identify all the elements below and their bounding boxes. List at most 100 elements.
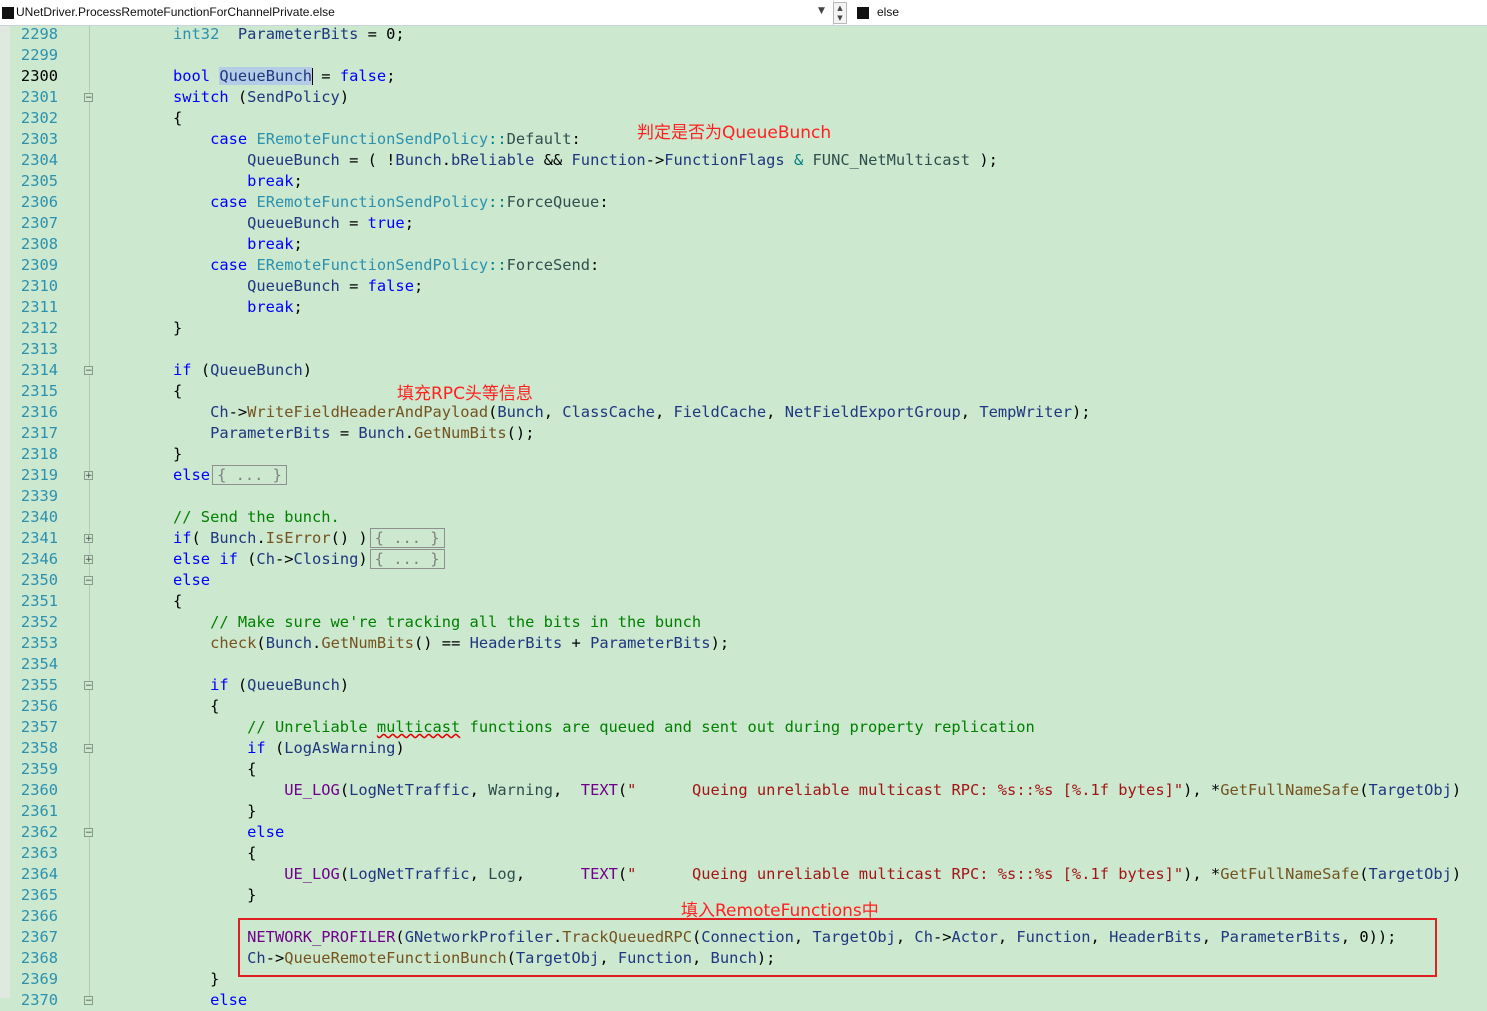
expand-icon[interactable]: +: [84, 534, 93, 544]
code-line[interactable]: 2316 Ch->WriteFieldHeaderAndPayload(Bunc…: [0, 402, 1487, 423]
code-token: ;: [386, 67, 396, 85]
code-line[interactable]: 2319 + else{ ... }: [0, 465, 1487, 486]
code-editor[interactable]: 2298 int32 ParameterBits = 0; 2299 2300 bool…: [0, 25, 1487, 1009]
code-token: // Send the bunch.: [173, 508, 340, 526]
code-line[interactable]: 2364 UE_LOG(LogNetTraffic, Log, TEXT(" Q…: [0, 864, 1487, 885]
code-line[interactable]: 2358 − if (LogAsWarning): [0, 738, 1487, 759]
code-line[interactable]: 2351 {: [0, 591, 1487, 612]
code-line[interactable]: 2340 // Send the bunch.: [0, 507, 1487, 528]
code-token: QueueBunch: [247, 214, 340, 232]
line-number: 2304: [20, 151, 58, 169]
collapse-icon[interactable]: −: [84, 681, 93, 691]
code-token: QueueBunch: [247, 676, 340, 694]
code-line[interactable]: 2298 int32 ParameterBits = 0;: [0, 24, 1487, 45]
code-line[interactable]: 2362 − else: [0, 822, 1487, 843]
code-line[interactable]: 2307 QueueBunch = true;: [0, 213, 1487, 234]
line-number: 2358: [20, 739, 58, 757]
code-line[interactable]: 2353 check(Bunch.GetNumBits() == HeaderB…: [0, 633, 1487, 654]
line-number: 2312: [20, 319, 58, 337]
code-text: {: [173, 696, 219, 717]
code-token: case: [210, 193, 248, 211]
code-line[interactable]: 2304 QueueBunch = ( !Bunch.bReliable && …: [0, 150, 1487, 171]
spinner-down-icon[interactable]: ▼: [834, 13, 846, 23]
code-line[interactable]: 2314 − if (QueueBunch): [0, 360, 1487, 381]
code-line[interactable]: 2309 case ERemoteFunctionSendPolicy::For…: [0, 255, 1487, 276]
code-line[interactable]: 2360 UE_LOG(LogNetTraffic, Warning, TEXT…: [0, 780, 1487, 801]
collapsed-block[interactable]: { ... }: [369, 528, 445, 548]
code-token: ->: [228, 403, 248, 421]
code-lines[interactable]: 2298 int32 ParameterBits = 0; 2299 2300 bool…: [0, 24, 1487, 1011]
collapsed-block[interactable]: { ... }: [369, 549, 445, 569]
line-number: 2302: [20, 109, 58, 127]
code-line[interactable]: 2361 }: [0, 801, 1487, 822]
code-token: ;: [404, 214, 414, 232]
line-number: 2351: [20, 592, 58, 610]
code-line[interactable]: 2350 − else: [0, 570, 1487, 591]
line-number: 2353: [20, 634, 58, 652]
code-token: ();: [506, 424, 535, 442]
code-line[interactable]: 2301 − switch (SendPolicy): [0, 87, 1487, 108]
code-token: GetFullNameSafe: [1220, 781, 1360, 799]
code-token: break: [247, 298, 294, 316]
collapse-icon[interactable]: −: [84, 744, 93, 754]
code-line[interactable]: 2359 {: [0, 759, 1487, 780]
code-line[interactable]: 2306 case ERemoteFunctionSendPolicy::For…: [0, 192, 1487, 213]
code-line[interactable]: 2318}: [0, 444, 1487, 465]
code-line[interactable]: 2300 bool QueueBunch = false;: [0, 66, 1487, 87]
collapse-icon[interactable]: −: [84, 828, 93, 838]
scope-icon: [2, 7, 14, 19]
code-token: (: [617, 865, 628, 883]
code-token: ,: [960, 403, 980, 421]
code-text: {: [173, 843, 256, 864]
code-line[interactable]: 2310 QueueBunch = false;: [0, 276, 1487, 297]
code-line[interactable]: 2299: [0, 45, 1487, 66]
code-text: else: [173, 570, 210, 591]
code-line[interactable]: 2312}: [0, 318, 1487, 339]
code-text: bool QueueBunch = false;: [173, 66, 395, 87]
code-line[interactable]: 2308 break;: [0, 234, 1487, 255]
code-line[interactable]: 2315 {: [0, 381, 1487, 402]
line-number: 2310: [20, 277, 58, 295]
scope-label: UNetDriver.ProcessRemoteFunctionForChann…: [16, 5, 335, 19]
expand-icon[interactable]: +: [84, 471, 93, 481]
code-token: () ): [330, 529, 368, 547]
code-line[interactable]: 2370 − else: [0, 990, 1487, 1011]
code-line[interactable]: 2356 {: [0, 696, 1487, 717]
code-token: check: [210, 634, 257, 652]
code-line[interactable]: 2317 ParameterBits = Bunch.GetNumBits();: [0, 423, 1487, 444]
code-line[interactable]: 2357 // Unreliable multicast functions a…: [0, 717, 1487, 738]
code-token: ,: [654, 403, 674, 421]
collapse-icon[interactable]: −: [84, 576, 93, 586]
code-line[interactable]: 2352 // Make sure we're tracking all the…: [0, 612, 1487, 633]
code-line[interactable]: 2311 break;: [0, 297, 1487, 318]
code-line[interactable]: 2341 + if( Bunch.IsError() ){ ... }: [0, 528, 1487, 549]
member-dropdown[interactable]: else: [877, 5, 899, 19]
scroll-spinner[interactable]: ▲ ▼: [833, 2, 847, 24]
code-line[interactable]: 2346 + else if (Ch->Closing){ ... }: [0, 549, 1487, 570]
code-line[interactable]: 2313: [0, 339, 1487, 360]
expand-icon[interactable]: +: [84, 555, 93, 565]
chevron-down-icon[interactable]: ▼: [818, 6, 825, 16]
line-number: 2365: [20, 886, 58, 904]
code-token: }: [173, 445, 183, 463]
collapse-icon[interactable]: −: [84, 93, 93, 103]
navigation-bar: UNetDriver.ProcessRemoteFunctionForChann…: [0, 0, 1487, 26]
code-line[interactable]: 2363 {: [0, 843, 1487, 864]
code-line[interactable]: 2355 − if (QueueBunch): [0, 675, 1487, 696]
code-line[interactable]: 2305 break;: [0, 171, 1487, 192]
code-line[interactable]: 2354: [0, 654, 1487, 675]
line-number: 2363: [20, 844, 58, 862]
scope-dropdown[interactable]: UNetDriver.ProcessRemoteFunctionForChann…: [0, 0, 834, 26]
code-token: .: [404, 424, 414, 442]
code-token: false: [367, 277, 414, 295]
highlighted-identifier: QueueBunch: [219, 67, 313, 85]
collapsed-block[interactable]: { ... }: [212, 465, 287, 485]
collapse-icon[interactable]: −: [84, 366, 93, 376]
spinner-up-icon[interactable]: ▲: [834, 3, 846, 13]
code-line[interactable]: 2339: [0, 486, 1487, 507]
code-token: ERemoteFunctionSendPolicy: [256, 130, 489, 148]
collapse-icon[interactable]: −: [84, 996, 93, 1006]
